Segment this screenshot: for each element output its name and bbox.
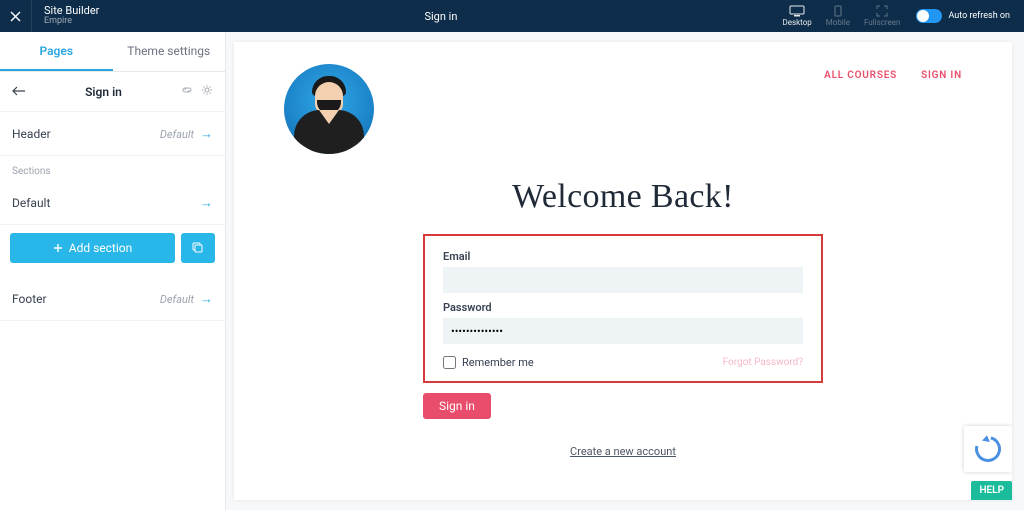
email-label: Email — [443, 250, 803, 263]
arrow-right-icon: → — [200, 127, 213, 142]
section-default-label: Default — [12, 196, 50, 210]
back-button[interactable] — [12, 85, 26, 99]
arrow-right-icon: → — [200, 195, 213, 211]
remember-row: Remember me Forgot Password? — [443, 356, 803, 369]
device-desktop[interactable]: Desktop — [782, 5, 811, 27]
current-page-name: Sign in — [34, 85, 173, 99]
section-header-label: Header — [12, 127, 51, 141]
recaptcha-badge[interactable] — [964, 426, 1012, 472]
signin-form: Email Password Remember me Forgot Passwo… — [423, 234, 823, 383]
remember-checkbox[interactable] — [443, 356, 456, 369]
section-header[interactable]: Header Default → — [0, 112, 225, 156]
remember-label: Remember me — [462, 356, 534, 369]
section-footer-tag: Default — [160, 293, 194, 306]
gear-icon[interactable] — [201, 84, 213, 99]
preview-header: ALL COURSES SIGN IN — [284, 64, 962, 154]
password-label: Password — [443, 301, 803, 314]
page-title: Sign in — [99, 10, 782, 23]
preview-canvas: ALL COURSES SIGN IN Welcome Back! Email … — [234, 42, 1012, 500]
link-icon[interactable] — [181, 84, 193, 99]
arrow-right-icon: → — [200, 292, 213, 307]
mobile-icon — [834, 5, 842, 17]
hero-heading: Welcome Back! — [284, 178, 962, 216]
top-bar: Site Builder Empire Sign in Desktop Mobi… — [0, 0, 1024, 32]
section-header-tag: Default — [160, 128, 194, 141]
preview-area: ALL COURSES SIGN IN Welcome Back! Email … — [226, 32, 1024, 510]
help-button[interactable]: HELP — [971, 481, 1012, 500]
create-account-link[interactable]: Create a new account — [284, 445, 962, 458]
section-default[interactable]: Default → — [0, 181, 225, 225]
tab-pages[interactable]: Pages — [0, 32, 113, 71]
page-selector-row: Sign in — [0, 72, 225, 112]
add-section-row: Add section — [0, 225, 225, 271]
device-switcher: Desktop Mobile Fullscreen — [782, 5, 900, 27]
password-field[interactable] — [443, 318, 803, 344]
nav-sign-in[interactable]: SIGN IN — [921, 70, 962, 81]
email-field[interactable] — [443, 267, 803, 293]
device-mobile[interactable]: Mobile — [826, 5, 850, 27]
fullscreen-icon — [876, 5, 888, 17]
device-fullscreen[interactable]: Fullscreen — [864, 5, 901, 27]
section-footer[interactable]: Footer Default → — [0, 277, 225, 321]
close-button[interactable] — [0, 0, 32, 32]
copy-icon — [192, 242, 204, 254]
tab-theme-settings[interactable]: Theme settings — [113, 32, 226, 71]
section-template-button[interactable] — [181, 233, 215, 263]
nav-links: ALL COURSES SIGN IN — [824, 64, 962, 81]
sidebar: Pages Theme settings Sign in Header Defa… — [0, 32, 226, 510]
app-subtitle: Empire — [44, 17, 99, 27]
forgot-password-link[interactable]: Forgot Password? — [723, 357, 803, 368]
sections-heading: Sections — [0, 156, 225, 181]
toggle-label: Auto refresh on — [948, 11, 1010, 21]
avatar[interactable] — [284, 64, 374, 154]
app-title-block: Site Builder Empire — [32, 5, 99, 27]
desktop-icon — [789, 5, 805, 17]
sidebar-tabs: Pages Theme settings — [0, 32, 225, 72]
section-footer-label: Footer — [12, 292, 47, 306]
plus-icon — [53, 243, 63, 253]
recaptcha-icon — [970, 431, 1006, 467]
signin-button[interactable]: Sign in — [423, 393, 491, 419]
add-section-button[interactable]: Add section — [10, 233, 175, 263]
auto-refresh-toggle[interactable]: Auto refresh on — [916, 9, 1010, 23]
close-icon — [10, 11, 21, 22]
toggle-switch[interactable] — [916, 9, 942, 23]
nav-all-courses[interactable]: ALL COURSES — [824, 70, 897, 81]
arrow-left-icon — [12, 86, 26, 96]
